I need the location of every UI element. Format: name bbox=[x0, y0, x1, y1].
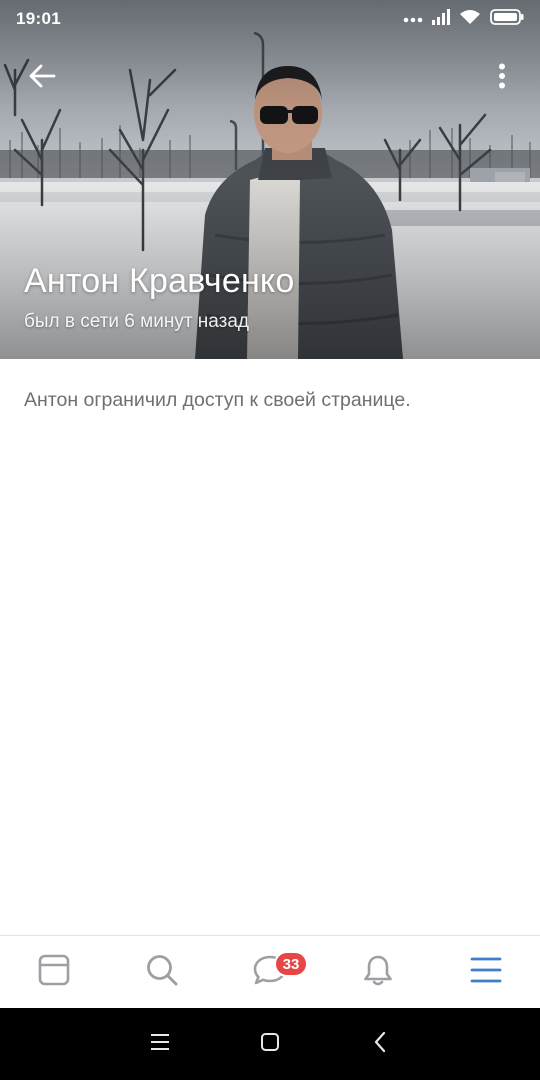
newsfeed-icon bbox=[37, 953, 71, 992]
more-vertical-icon bbox=[498, 63, 506, 94]
back-icon bbox=[373, 1031, 387, 1058]
arrow-left-icon bbox=[28, 64, 56, 93]
more-dots-icon bbox=[403, 10, 423, 28]
unread-messages-badge: 33 bbox=[274, 951, 308, 977]
status-bar: 19:01 bbox=[0, 0, 540, 38]
wifi-icon bbox=[459, 9, 481, 30]
tab-newsfeed[interactable] bbox=[0, 936, 108, 1008]
search-icon bbox=[145, 953, 179, 992]
status-time: 19:01 bbox=[16, 9, 61, 28]
system-navigation-bar bbox=[0, 1008, 540, 1080]
tab-menu[interactable] bbox=[432, 936, 540, 1008]
back-button[interactable] bbox=[24, 60, 60, 96]
tab-notifications[interactable] bbox=[324, 936, 432, 1008]
recent-apps-button[interactable] bbox=[144, 1028, 176, 1060]
home-button[interactable] bbox=[254, 1028, 286, 1060]
status-icons bbox=[403, 8, 524, 30]
home-icon bbox=[260, 1032, 280, 1057]
cover-gradient-overlay bbox=[0, 0, 540, 359]
more-options-button[interactable] bbox=[484, 60, 520, 96]
battery-icon bbox=[490, 8, 524, 30]
menu-icon bbox=[470, 956, 502, 989]
tab-search[interactable] bbox=[108, 936, 216, 1008]
signal-icon bbox=[432, 8, 450, 30]
profile-name: Антон Кравченко bbox=[24, 262, 295, 300]
restriction-message: Антон ограничил доступ к своей странице. bbox=[24, 389, 411, 411]
last-seen-status: был в сети 6 минут назад bbox=[24, 311, 250, 332]
bottom-tab-bar: 33 bbox=[0, 935, 540, 1008]
bell-icon bbox=[361, 953, 395, 992]
tab-messages[interactable]: 33 bbox=[216, 936, 324, 1008]
recent-apps-icon bbox=[150, 1033, 170, 1056]
system-back-button[interactable] bbox=[364, 1028, 396, 1060]
profile-cover-photo[interactable]: 19:01 Антон Кравченко был в сети 6 минут bbox=[0, 0, 540, 359]
